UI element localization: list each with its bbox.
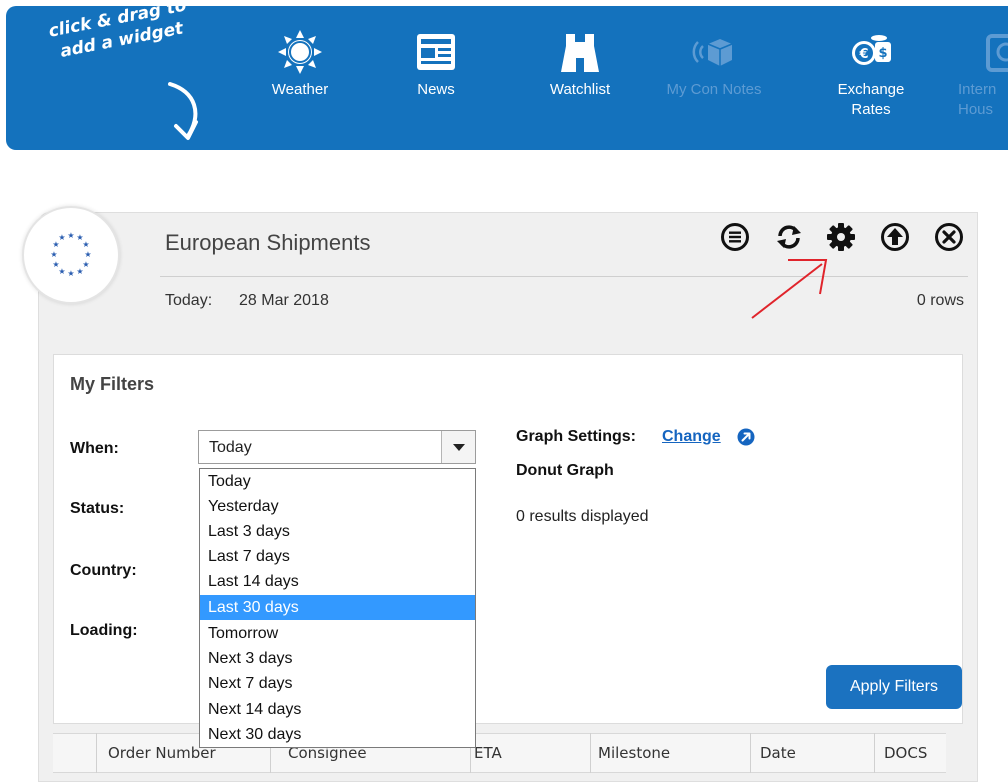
svg-text:★: ★ <box>76 267 83 276</box>
title-divider <box>160 276 968 277</box>
svg-text:★: ★ <box>84 250 91 259</box>
list-icon[interactable] <box>720 222 750 252</box>
gear-icon[interactable] <box>826 222 856 252</box>
column-divider <box>874 733 875 773</box>
when-select-value: Today <box>209 439 252 456</box>
dropdown-option-today[interactable]: Today <box>200 469 475 494</box>
svg-text:★: ★ <box>58 233 65 242</box>
graph-change-link[interactable]: Change <box>662 428 721 446</box>
apply-filters-button[interactable]: Apply Filters <box>826 665 962 709</box>
column-eta[interactable]: ETA <box>474 734 502 772</box>
eu-flag-avatar: ★ ★ ★ ★ ★ ★ ★ ★ ★ ★ ★ ★ <box>22 206 120 304</box>
filters-title: My Filters <box>70 374 155 394</box>
today-label: Today: <box>165 292 213 309</box>
annotation-arrow <box>751 259 828 319</box>
currency-coins-icon: € $ <box>852 35 891 65</box>
when-select[interactable]: Today <box>198 430 476 464</box>
widget-label: News <box>417 81 455 98</box>
when-label: When: <box>70 440 119 457</box>
dropdown-option-last-3-days[interactable]: Last 3 days <box>200 519 475 544</box>
eu-stars-icon: ★ ★ ★ ★ ★ ★ ★ ★ ★ ★ ★ ★ <box>50 231 91 278</box>
widget-exchange-rates[interactable]: € $ Exchange Rates <box>821 30 921 120</box>
svg-text:★: ★ <box>67 231 74 240</box>
panel-title: European Shipments <box>165 230 371 255</box>
widget-label: Watchlist <box>549 81 611 98</box>
widget-label: My Con Notes <box>666 81 762 98</box>
svg-text:★: ★ <box>67 269 74 278</box>
dropdown-option-last-14-days[interactable]: Last 14 days <box>200 569 475 594</box>
today-date: 28 Mar 2018 <box>239 292 329 309</box>
widget-label-line1: Exchange <box>837 81 905 98</box>
dropdown-option-last-7-days[interactable]: Last 7 days <box>200 544 475 569</box>
drag-hint-text: click & drag to add a widget <box>32 6 207 67</box>
widget-watchlist[interactable]: Watchlist <box>530 30 630 100</box>
when-dropdown-list: Today Yesterday Last 3 days Last 7 days … <box>199 468 476 748</box>
column-divider <box>750 733 751 773</box>
column-divider <box>590 733 591 773</box>
column-divider <box>96 733 97 773</box>
widget-bar: click & drag to add a widget Weather New… <box>6 6 1008 150</box>
chevron-down-icon <box>453 444 465 451</box>
external-link-icon[interactable] <box>737 428 755 446</box>
results-count-text: 0 results displayed <box>516 508 649 525</box>
rows-count: 0 rows <box>916 292 964 309</box>
column-milestone[interactable]: Milestone <box>598 734 670 772</box>
dropdown-option-yesterday[interactable]: Yesterday <box>200 494 475 519</box>
svg-text:$: $ <box>878 46 887 61</box>
widget-intern-hous[interactable]: Intern Hous <box>934 30 1008 120</box>
column-date[interactable]: Date <box>760 734 796 772</box>
loading-label: Loading: <box>70 622 138 639</box>
dropdown-option-tomorrow[interactable]: Tomorrow <box>200 621 475 646</box>
svg-text:★: ★ <box>50 250 57 259</box>
dropdown-option-next-7-days[interactable]: Next 7 days <box>200 671 475 696</box>
dropdown-option-next-3-days[interactable]: Next 3 days <box>200 646 475 671</box>
widget-weather[interactable]: Weather <box>250 30 350 100</box>
close-icon[interactable] <box>934 222 964 252</box>
widget-label: Weather <box>271 81 329 98</box>
curved-arrow-icon <box>168 82 198 140</box>
widget-label-line1: Intern <box>958 81 997 98</box>
newspaper-icon <box>417 34 455 70</box>
widget-news[interactable]: News <box>386 30 486 100</box>
dropdown-option-last-30-days[interactable]: Last 30 days <box>200 595 475 620</box>
svg-text:★: ★ <box>82 240 89 249</box>
house-icon <box>986 34 1008 72</box>
box-broadcast-icon <box>692 39 733 66</box>
arrow-up-icon[interactable] <box>880 222 910 252</box>
sun-icon <box>278 30 322 74</box>
dropdown-option-next-30-days[interactable]: Next 30 days <box>200 722 475 747</box>
dropdown-option-next-14-days[interactable]: Next 14 days <box>200 697 475 722</box>
widget-label-line2: Rates <box>851 101 891 118</box>
status-label: Status: <box>70 500 125 517</box>
svg-text:★: ★ <box>52 260 59 269</box>
column-docs[interactable]: DOCS <box>884 734 927 772</box>
refresh-icon[interactable] <box>774 222 804 252</box>
country-label: Country: <box>70 562 137 579</box>
graph-type-label: Donut Graph <box>516 462 614 479</box>
widget-my-con-notes[interactable]: My Con Notes <box>664 30 764 100</box>
graph-settings-label: Graph Settings: <box>516 428 637 445</box>
widget-label-line2: Hous <box>958 101 994 118</box>
binoculars-icon <box>561 34 599 72</box>
dropdown-button[interactable] <box>441 431 475 463</box>
drag-hint: click & drag to add a widget <box>32 6 222 144</box>
svg-text:€: € <box>858 47 868 62</box>
